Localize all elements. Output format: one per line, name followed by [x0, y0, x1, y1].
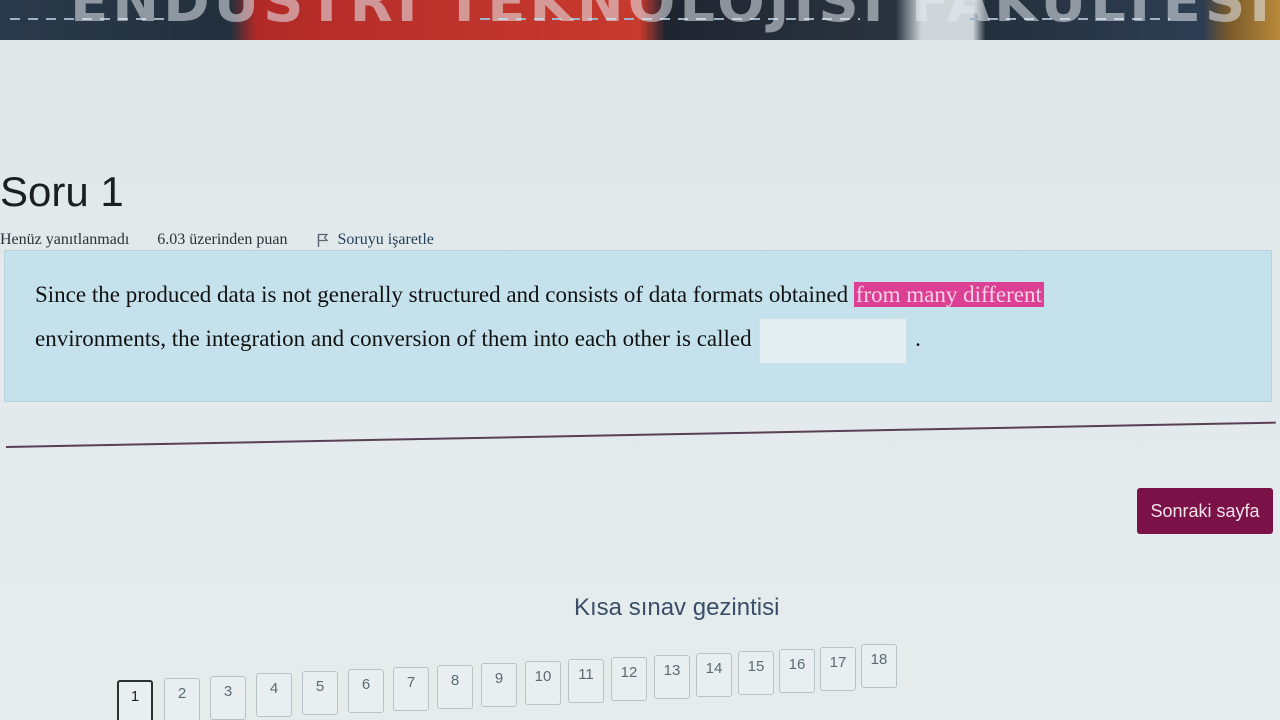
quiz-nav-item-16[interactable]: 16: [779, 649, 815, 693]
quiz-nav-item-6[interactable]: 6: [348, 669, 384, 713]
quiz-navigation: 1 2 3 4 5 6 7 8 9 10 11 12 13 14 15 16 1…: [0, 0, 1280, 720]
quiz-nav-item-9[interactable]: 9: [481, 663, 517, 707]
quiz-nav-item-7[interactable]: 7: [393, 667, 429, 711]
quiz-nav-item-17[interactable]: 17: [820, 647, 856, 691]
quiz-nav-item-10[interactable]: 10: [525, 661, 561, 705]
quiz-nav-item-11[interactable]: 11: [568, 659, 604, 703]
quiz-nav-item-14[interactable]: 14: [696, 653, 732, 697]
quiz-nav-item-5[interactable]: 5: [302, 671, 338, 715]
quiz-nav-item-2[interactable]: 2: [164, 678, 200, 720]
quiz-nav-item-1[interactable]: 1: [117, 680, 153, 720]
quiz-nav-item-12[interactable]: 12: [611, 657, 647, 701]
quiz-nav-item-15[interactable]: 15: [738, 651, 774, 695]
quiz-nav-item-18[interactable]: 18: [861, 644, 897, 688]
quiz-nav-item-13[interactable]: 13: [654, 655, 690, 699]
quiz-nav-item-4[interactable]: 4: [256, 673, 292, 717]
quiz-nav-item-8[interactable]: 8: [437, 665, 473, 709]
quiz-nav-item-3[interactable]: 3: [210, 676, 246, 720]
